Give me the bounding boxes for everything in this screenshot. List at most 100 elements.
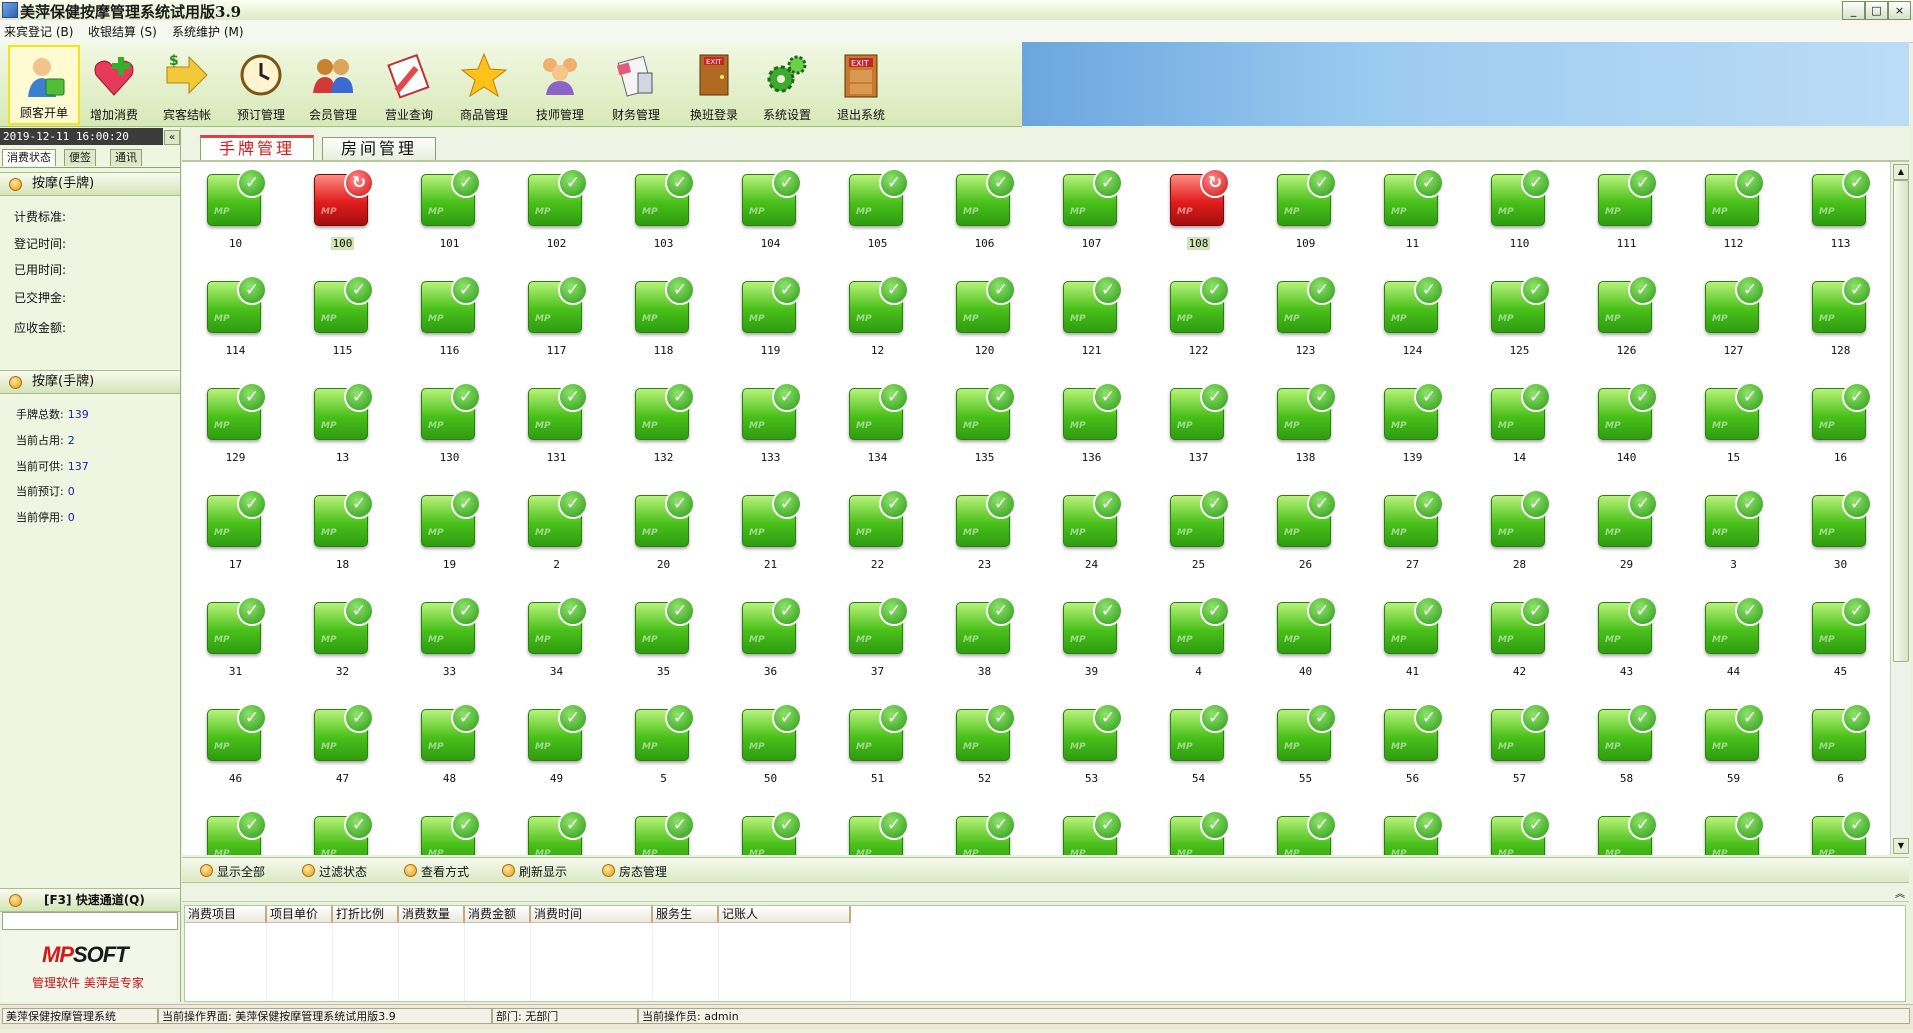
menu-cashier[interactable]: 收银结算 (S) — [88, 23, 157, 40]
hand-tag-item[interactable]: MP ✓ 140 — [1573, 382, 1680, 489]
hand-tag-item[interactable]: MP ✓ 110 — [1466, 168, 1573, 275]
hand-tag-item[interactable]: MP ✓ 113 — [1787, 168, 1890, 275]
hand-tag-item[interactable]: MP ✓ 46 — [182, 703, 289, 810]
toolbar-button-add-consumption[interactable]: 增加消费 — [78, 45, 150, 125]
hand-tag-item[interactable]: MP ✓ 11 — [1359, 168, 1466, 275]
toolbar-button-checkout-arrow[interactable]: $ 宾客结帐 — [151, 45, 223, 125]
filter-status-button[interactable]: 过滤状态 — [302, 863, 367, 880]
hand-tag-item[interactable]: MP ✓ 123 — [1252, 275, 1359, 382]
hand-tag-item[interactable]: MP ✓ 104 — [717, 168, 824, 275]
hand-tag-item[interactable]: MP ✓ 138 — [1252, 382, 1359, 489]
hand-tag-item[interactable]: MP ✓ 42 — [1466, 596, 1573, 703]
hand-tag-item[interactable]: MP ✓ 31 — [182, 596, 289, 703]
hand-tag-item[interactable]: MP ✓ 132 — [610, 382, 717, 489]
hand-tag-item[interactable]: MP ✓ 118 — [610, 275, 717, 382]
hand-tag-item[interactable]: MP ✓ — [289, 810, 396, 855]
hand-tag-item[interactable]: MP ✓ 10 — [182, 168, 289, 275]
hand-tag-item[interactable]: MP ✓ 130 — [396, 382, 503, 489]
hand-tag-item[interactable]: MP ✓ 117 — [503, 275, 610, 382]
hand-tag-item[interactable]: MP ✓ 5 — [610, 703, 717, 810]
toolbar-button-technicians[interactable]: 技师管理 — [524, 45, 596, 125]
hand-tag-item[interactable]: MP ✓ 27 — [1359, 489, 1466, 596]
hand-tag-item[interactable]: MP ✓ 28 — [1466, 489, 1573, 596]
tab-hand-tag-management[interactable]: 手牌管理 — [200, 135, 315, 160]
hand-tag-item[interactable]: MP ✓ 121 — [1038, 275, 1145, 382]
hand-tag-item[interactable]: MP ✓ 38 — [931, 596, 1038, 703]
hand-tag-item[interactable]: MP ✓ 51 — [824, 703, 931, 810]
hand-tag-item[interactable]: MP ✓ 137 — [1145, 382, 1252, 489]
hand-tag-item[interactable]: MP ✓ 21 — [717, 489, 824, 596]
view-mode-button[interactable]: 查看方式 — [404, 863, 469, 880]
hand-tag-item[interactable]: MP ✓ 39 — [1038, 596, 1145, 703]
hand-tag-item[interactable]: MP ✓ — [182, 810, 289, 855]
hand-tag-item[interactable]: MP ✓ 139 — [1359, 382, 1466, 489]
hand-tag-item[interactable]: MP ✓ 126 — [1573, 275, 1680, 382]
hand-tag-item[interactable]: MP ✓ 26 — [1252, 489, 1359, 596]
hand-tag-item[interactable]: MP ✓ 135 — [931, 382, 1038, 489]
hand-tag-item[interactable]: MP ✓ — [1252, 810, 1359, 855]
hand-tag-item[interactable]: MP ✓ 43 — [1573, 596, 1680, 703]
hand-tag-item[interactable]: MP ✓ 128 — [1787, 275, 1890, 382]
hand-tag-item[interactable]: MP ✓ 131 — [503, 382, 610, 489]
column-header[interactable]: 消费数量 — [399, 906, 465, 923]
hand-tag-item[interactable]: MP ✓ 32 — [289, 596, 396, 703]
hand-tag-item[interactable]: MP ✓ 106 — [931, 168, 1038, 275]
hand-tag-item[interactable]: MP ✓ 41 — [1359, 596, 1466, 703]
hand-tag-item[interactable]: MP ✓ 29 — [1573, 489, 1680, 596]
tab-notes[interactable]: 便签 — [64, 149, 96, 166]
menu-guest-register[interactable]: 来宾登记 (B) — [4, 23, 73, 40]
column-header[interactable]: 项目单价 — [267, 906, 333, 923]
hand-tag-item[interactable]: MP ✓ 16 — [1787, 382, 1890, 489]
hand-tag-item[interactable]: MP ✓ 54 — [1145, 703, 1252, 810]
scroll-down-icon[interactable]: ▼ — [1893, 838, 1909, 854]
hand-tag-item[interactable]: MP ✓ 120 — [931, 275, 1038, 382]
expand-up-icon[interactable]: ︽ — [1895, 885, 1905, 900]
hand-tag-item[interactable]: MP ✓ 57 — [1466, 703, 1573, 810]
hand-tag-item[interactable]: MP ✓ 127 — [1680, 275, 1787, 382]
hand-tag-item[interactable]: MP ✓ 136 — [1038, 382, 1145, 489]
scroll-thumb[interactable] — [1893, 180, 1909, 662]
hand-tag-item[interactable]: MP ✓ 52 — [931, 703, 1038, 810]
quick-channel-header[interactable]: [F3] 快速通道(Q) — [0, 888, 180, 912]
hand-tag-item[interactable]: MP ✓ — [931, 810, 1038, 855]
toolbar-button-calculator[interactable]: 财务管理 — [600, 45, 672, 125]
hand-tag-item[interactable]: MP ✓ — [1680, 810, 1787, 855]
hand-tag-item[interactable]: MP ✓ 36 — [717, 596, 824, 703]
toolbar-button-exit-door[interactable]: EXIT 退出系统 — [825, 45, 897, 125]
hand-tag-item[interactable]: MP ✓ — [396, 810, 503, 855]
grid-scrollbar[interactable]: ▲ ▼ — [1890, 162, 1910, 855]
hand-tag-item[interactable]: MP ✓ 105 — [824, 168, 931, 275]
hand-tag-item[interactable]: MP ✓ 111 — [1573, 168, 1680, 275]
hand-tag-item[interactable]: MP ✓ 49 — [503, 703, 610, 810]
hand-tag-item[interactable]: MP ✓ 18 — [289, 489, 396, 596]
hand-tag-item[interactable]: MP ✓ — [717, 810, 824, 855]
menu-system[interactable]: 系统维护 (M) — [172, 23, 244, 40]
hand-tag-item[interactable]: MP ✓ 133 — [717, 382, 824, 489]
hand-tag-item[interactable]: MP ✓ 13 — [289, 382, 396, 489]
column-header[interactable]: 消费项目 — [185, 906, 267, 923]
tab-contacts[interactable]: 通讯 — [110, 149, 142, 166]
hand-tag-item[interactable]: MP ✓ 125 — [1466, 275, 1573, 382]
hand-tag-item[interactable]: MP ✓ 50 — [717, 703, 824, 810]
hand-tag-item[interactable]: MP ✓ 12 — [824, 275, 931, 382]
hand-tag-item[interactable]: MP ✓ 35 — [610, 596, 717, 703]
hand-tag-item[interactable]: MP ✓ 22 — [824, 489, 931, 596]
scroll-up-icon[interactable]: ▲ — [1893, 164, 1909, 180]
hand-tag-item[interactable]: MP ✓ 44 — [1680, 596, 1787, 703]
hand-tag-item[interactable]: MP ✓ — [1787, 810, 1890, 855]
hand-tag-item[interactable]: MP ✓ 25 — [1145, 489, 1252, 596]
hand-tag-item[interactable]: MP ✓ — [1038, 810, 1145, 855]
hand-tag-item[interactable]: MP ✓ 3 — [1680, 489, 1787, 596]
toolbar-button-star[interactable]: 商品管理 — [448, 45, 520, 125]
close-button[interactable]: × — [1888, 1, 1911, 20]
toolbar-button-clock[interactable]: 预订管理 — [225, 45, 297, 125]
quick-channel-input[interactable] — [2, 912, 178, 930]
section-header-massage-info[interactable]: 按摩(手牌) — [0, 172, 180, 196]
hand-tag-item[interactable]: MP ✓ 30 — [1787, 489, 1890, 596]
column-header[interactable]: 打折比例 — [333, 906, 399, 923]
hand-tag-item[interactable]: MP ✓ — [824, 810, 931, 855]
hand-tag-item[interactable]: MP ✓ 59 — [1680, 703, 1787, 810]
hand-tag-item[interactable]: MP ✓ 116 — [396, 275, 503, 382]
toolbar-button-gears[interactable]: 系统设置 — [751, 45, 823, 125]
hand-tag-item[interactable]: MP ✓ 24 — [1038, 489, 1145, 596]
